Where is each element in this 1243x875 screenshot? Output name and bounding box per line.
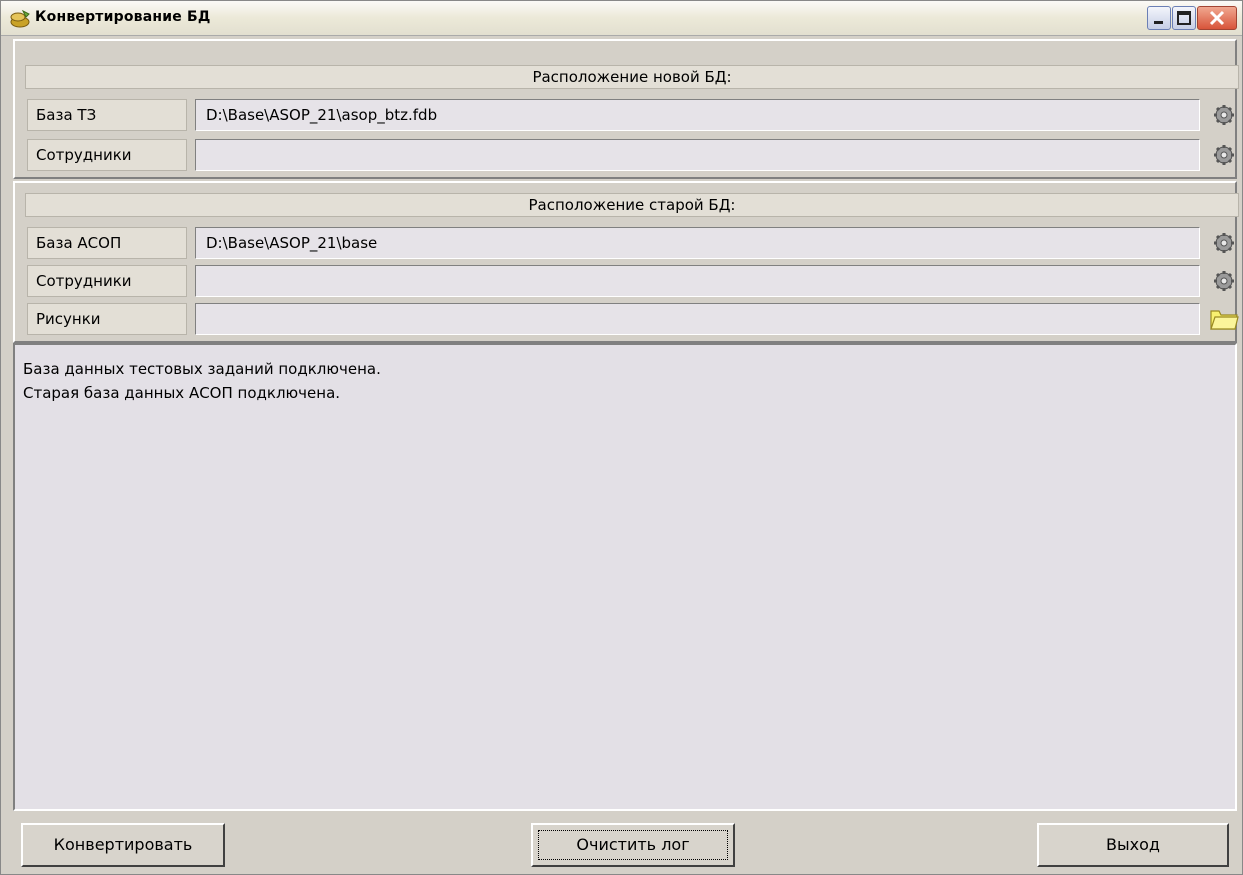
- gear-icon: [1214, 233, 1234, 253]
- old-db-label-images: Рисунки: [27, 303, 187, 335]
- log-area[interactable]: База данных тестовых заданий подключена.…: [13, 343, 1237, 811]
- exit-button[interactable]: Выход: [1037, 823, 1229, 867]
- close-button[interactable]: [1197, 6, 1237, 30]
- old-db-field-asop[interactable]: D:\Base\ASOP_21\base: [195, 227, 1200, 259]
- window-title: Конвертирование БД: [35, 9, 211, 25]
- new-db-header: Расположение новой БД:: [25, 65, 1239, 89]
- clear-log-button[interactable]: Очистить лог: [531, 823, 735, 867]
- log-line: База данных тестовых заданий подключена.: [23, 360, 381, 378]
- new-db-field-tz[interactable]: D:\Base\ASOP_21\asop_btz.fdb: [195, 99, 1200, 131]
- old-db-section: Расположение старой БД: База АСОП D:\Bas…: [13, 181, 1239, 343]
- new-db-field-staff[interactable]: [195, 139, 1200, 171]
- log-line: Старая база данных АСОП подключена.: [23, 384, 341, 402]
- title-bar[interactable]: Конвертирование БД: [1, 1, 1242, 36]
- app-icon: [9, 8, 31, 28]
- old-db-label-asop: База АСОП: [27, 227, 187, 259]
- gear-icon: [1214, 145, 1234, 165]
- gear-icon: [1214, 271, 1234, 291]
- old-db-field-images[interactable]: [195, 303, 1200, 335]
- maximize-button[interactable]: [1172, 6, 1196, 30]
- new-db-browse-tz-button[interactable]: [1205, 99, 1243, 131]
- old-db-label-staff: Сотрудники: [27, 265, 187, 297]
- folder-icon: [1210, 310, 1239, 330]
- new-db-label-staff: Сотрудники: [27, 139, 187, 171]
- new-db-browse-staff-button[interactable]: [1205, 139, 1243, 171]
- old-db-browse-images-button[interactable]: [1205, 303, 1243, 335]
- new-db-label-tz: База ТЗ: [27, 99, 187, 131]
- old-db-field-staff[interactable]: [195, 265, 1200, 297]
- focus-rect: [538, 830, 728, 860]
- old-db-browse-asop-button[interactable]: [1205, 227, 1243, 259]
- new-db-section: Расположение новой БД: База ТЗ D:\Base\A…: [13, 39, 1239, 179]
- old-db-browse-staff-button[interactable]: [1205, 265, 1243, 297]
- minimize-button[interactable]: [1147, 6, 1171, 30]
- old-db-header: Расположение старой БД:: [25, 193, 1239, 217]
- gear-icon: [1214, 105, 1234, 125]
- converter-window: Конвертирование БД Расположение новой БД…: [0, 0, 1243, 875]
- convert-button[interactable]: Конвертировать: [21, 823, 225, 867]
